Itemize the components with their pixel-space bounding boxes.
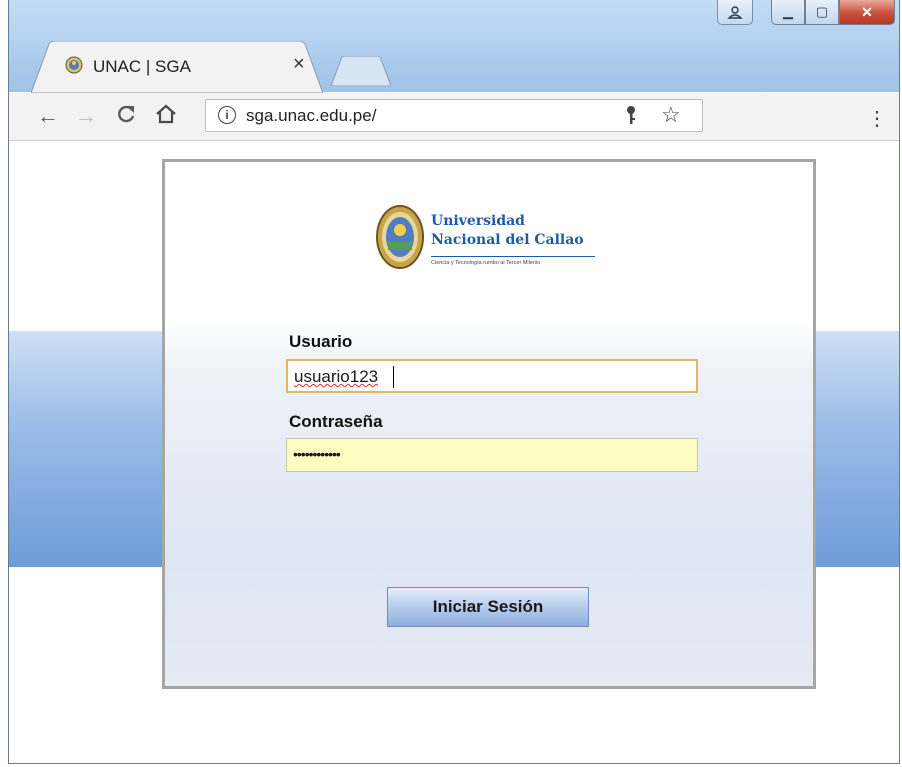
page-content: Universidad Nacional del Callao Ciencia … (9, 141, 899, 763)
browser-toolbar: ← → i sga.unac.edu.pe/ ☆ (9, 93, 899, 141)
key-icon[interactable] (623, 105, 639, 130)
forward-arrow-icon[interactable]: → (75, 103, 97, 129)
tab-title: UNAC | SGA (93, 57, 191, 76)
password-value: •••••••••••• (293, 446, 341, 462)
university-name: Universidad Nacional del Callao (431, 212, 584, 250)
title-bar: ▁ ▢ ✕ UNAC | SGA × (9, 0, 899, 93)
user-profile-icon[interactable] (717, 0, 753, 25)
tab-unac-sga[interactable]: UNAC | SGA × (31, 41, 323, 93)
info-icon[interactable]: i (218, 106, 236, 124)
browser-window: ▁ ▢ ✕ UNAC | SGA × ← → i sga.unac.edu.pe… (8, 0, 900, 764)
menu-dots-icon[interactable]: ⋮ (867, 106, 887, 131)
university-logo: Universidad Nacional del Callao Ciencia … (375, 204, 615, 284)
close-window-button[interactable]: ✕ (839, 0, 895, 25)
new-tab-button[interactable] (330, 55, 392, 91)
address-bar[interactable]: i sga.unac.edu.pe/ ☆ (205, 99, 703, 132)
username-label: Usuario (289, 332, 353, 351)
logo-divider (431, 256, 595, 257)
logo-motto: Ciencia y Tecnología rumbo al Tercer Mil… (431, 260, 541, 266)
username-input[interactable]: usuario123 (286, 359, 698, 393)
text-caret (393, 366, 394, 388)
reload-icon[interactable] (115, 103, 137, 131)
url-text[interactable]: sga.unac.edu.pe/ (246, 106, 376, 126)
login-panel: Universidad Nacional del Callao Ciencia … (162, 159, 816, 689)
back-arrow-icon[interactable]: ← (37, 103, 59, 129)
university-seal-icon (376, 205, 424, 269)
username-value: usuario123 (294, 367, 379, 386)
minimize-button[interactable]: ▁ (771, 0, 805, 25)
logo-line-1: Universidad (431, 213, 525, 229)
window-controls: ▁ ▢ ✕ (717, 0, 895, 25)
maximize-button[interactable]: ▢ (805, 0, 839, 25)
password-label: Contraseña (289, 412, 383, 431)
login-button[interactable]: Iniciar Sesión (387, 587, 589, 627)
home-icon[interactable] (155, 103, 177, 131)
logo-line-2: Nacional del Callao (431, 232, 584, 248)
tab-close-button[interactable]: × (293, 53, 305, 76)
favicon-seal-icon (65, 56, 83, 74)
star-icon[interactable]: ☆ (661, 102, 681, 128)
password-input[interactable]: •••••••••••• (286, 438, 698, 472)
